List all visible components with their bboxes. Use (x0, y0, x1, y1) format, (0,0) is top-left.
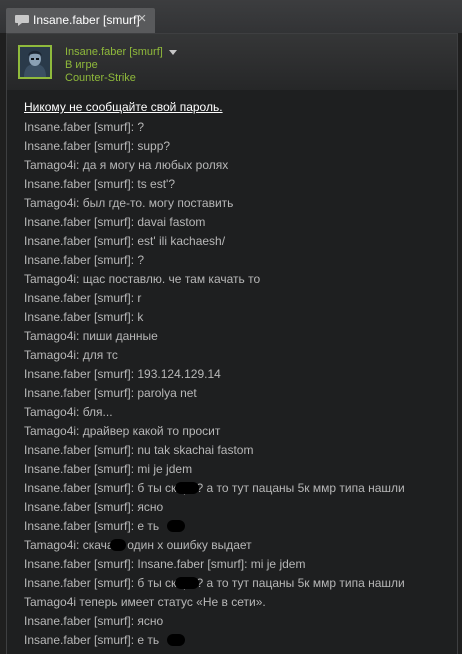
chat-message: Tamago4i: да я могу на любых ролях (24, 157, 229, 172)
chat-window: Insane.faber [smurf] В игре Counter-Stri… (6, 33, 458, 654)
avatar-image (20, 47, 50, 77)
close-icon[interactable]: × (135, 11, 149, 27)
chat-message: Insane.faber [smurf]: mi je jdem (24, 461, 193, 476)
redaction-mark (110, 538, 126, 551)
chat-message: Tamago4i: скачал. один х ошибку выдает (24, 537, 252, 552)
chat-message: Insane.faber [smurf]: r (24, 290, 142, 305)
redaction-mark (175, 481, 199, 494)
chat-message: Insane.faber [smurf]: е ть (24, 518, 185, 534)
chat-tab[interactable]: Insane.faber [smurf] × (6, 8, 155, 33)
chat-message: Tamago4i: драйвер какой то просит (24, 423, 221, 438)
friend-status: В игре (65, 59, 98, 71)
chat-message: Insane.faber [smurf]: nu tak skachai fas… (24, 442, 254, 457)
redaction-mark (167, 519, 185, 532)
chevron-down-icon[interactable] (169, 50, 177, 55)
security-warning: Никому не сообщайте свой пароль. (24, 100, 223, 114)
chat-message: Insane.faber [smurf]: б ты скоро? а то т… (24, 480, 405, 495)
chat-message: Insane.faber [smurf]: ? (24, 119, 145, 134)
avatar[interactable] (18, 45, 52, 79)
chat-message: Tamago4i: бля... (24, 404, 113, 419)
redaction-mark (167, 633, 185, 646)
chat-message: Tamago4i: щас поставлю. че там качать то (24, 271, 261, 286)
chat-message: Insane.faber [smurf]: ? (24, 252, 145, 267)
chat-message: Insane.faber [smurf]: б ты скоро? а то т… (24, 575, 405, 590)
chat-message: Tamago4i: пиши данные (24, 328, 158, 343)
chat-message: Insane.faber [smurf]: ясно (24, 613, 164, 628)
chat-message: Insane.faber [smurf]: davai fastom (24, 214, 206, 229)
chat-message: Insane.faber [smurf]: 193.124.129.14 (24, 366, 221, 381)
chat-message: Insane.faber [smurf]: ts est'? (24, 176, 176, 191)
chat-message: Insane.faber [smurf]: supp? (24, 138, 171, 153)
tab-title: Insane.faber [smurf] (33, 13, 140, 27)
chat-message: Tamago4i: был где-то. могу поставить (24, 195, 234, 210)
chat-bubble-icon (15, 15, 29, 26)
chat-message: Insane.faber [smurf]: k (24, 309, 144, 324)
chat-message: Insane.faber [smurf]: Insane.faber [smur… (24, 556, 306, 571)
redaction-mark (175, 576, 199, 589)
chat-message: Tamago4i: для тс (24, 347, 118, 362)
chat-message: Insane.faber [smurf]: parolya net (24, 385, 197, 400)
friend-game: Counter-Strike (65, 72, 136, 84)
chat-message: Insane.faber [smurf]: е ть (24, 632, 185, 648)
chat-message: Insane.faber [smurf]: est' ili kachaesh/ (24, 233, 226, 248)
tab-bar: Insane.faber [smurf] × (0, 0, 462, 33)
friend-header: Insane.faber [smurf] В игре Counter-Stri… (7, 34, 457, 90)
friend-name[interactable]: Insane.faber [smurf] (65, 46, 163, 58)
chat-message: Insane.faber [smurf]: ясно (24, 499, 164, 514)
chat-message: Tamago4i теперь имеет статус «Не в сети»… (24, 594, 266, 609)
